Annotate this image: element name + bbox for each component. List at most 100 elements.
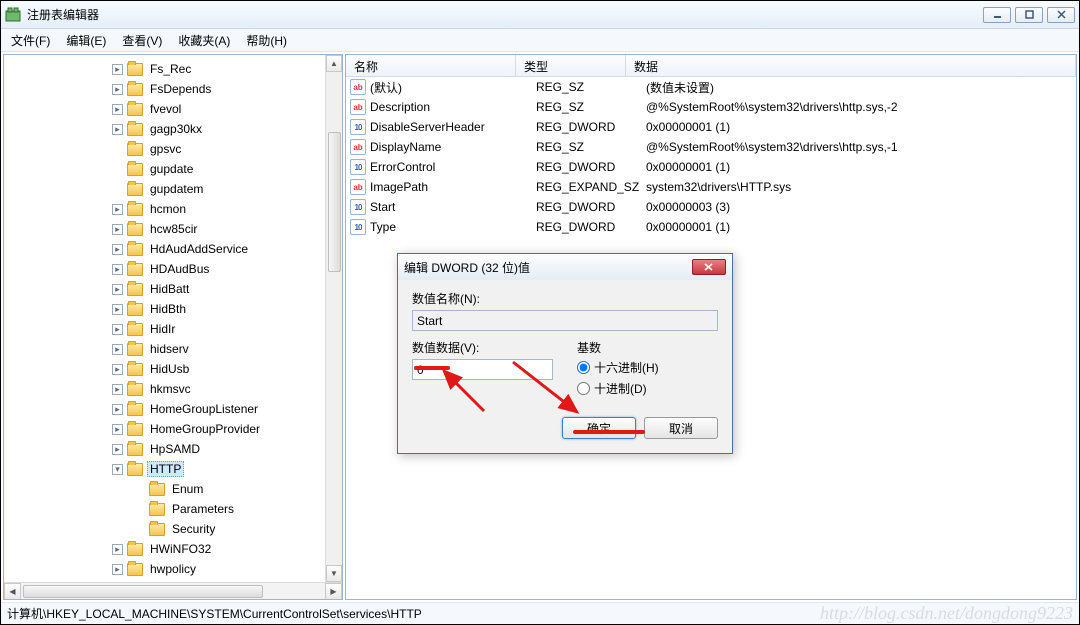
grid-header[interactable]: 名称 类型 数据	[346, 55, 1076, 77]
scroll-right-icon[interactable]: ▶	[325, 583, 342, 600]
tree-node[interactable]: ▸hidserv	[4, 339, 343, 359]
expander-icon[interactable]: ▸	[112, 84, 123, 95]
tree-label: Enum	[169, 481, 206, 497]
value-data-label: 数值数据(V):	[412, 339, 553, 356]
expander-icon[interactable]: ▸	[112, 64, 123, 75]
tree-node[interactable]: ▸HidBatt	[4, 279, 343, 299]
tree-label: HWiNFO32	[147, 541, 214, 557]
cell-name: ErrorControl	[370, 160, 536, 174]
expander-icon[interactable]: ▸	[112, 244, 123, 255]
registry-tree[interactable]: ▸Fs_Rec▸FsDepends▸fvevol▸gagp30kxgpsvcgu…	[3, 54, 343, 600]
scroll-left-icon[interactable]: ◀	[4, 583, 21, 600]
expander-icon[interactable]: ▸	[112, 384, 123, 395]
tree-node[interactable]: ▾ HTTP	[4, 459, 343, 479]
col-type[interactable]: 类型	[516, 55, 626, 76]
menu-favorites[interactable]: 收藏夹(A)	[170, 30, 238, 51]
expander-icon[interactable]: ▸	[112, 324, 123, 335]
expander-icon[interactable]: ▸	[112, 124, 123, 135]
radio-dec[interactable]: 十进制(D)	[577, 380, 718, 397]
tree-node[interactable]: ▸Fs_Rec	[4, 59, 343, 79]
tree-label: hcw85cir	[147, 221, 200, 237]
expander-icon[interactable]: ▸	[112, 364, 123, 375]
tree-node[interactable]: ▸hwpolicy	[4, 559, 343, 579]
radio-hex-input[interactable]	[577, 361, 590, 374]
folder-icon	[127, 63, 143, 76]
col-name[interactable]: 名称	[346, 55, 516, 76]
dialog-close-button[interactable]	[692, 259, 726, 275]
minimize-button[interactable]	[983, 7, 1011, 23]
folder-icon	[127, 243, 143, 256]
titlebar[interactable]: 注册表编辑器	[1, 1, 1079, 29]
scroll-down-icon[interactable]: ▼	[326, 565, 342, 582]
dword-icon: 10	[350, 159, 366, 175]
tree-node[interactable]: Parameters	[4, 499, 343, 519]
expander-icon[interactable]: ▸	[112, 224, 123, 235]
tree-vscrollbar[interactable]: ▲ ▼	[325, 55, 342, 582]
tree-node[interactable]: ▸gagp30kx	[4, 119, 343, 139]
tree-node[interactable]: ▸hcmon	[4, 199, 343, 219]
tree-node[interactable]: ▸fvevol	[4, 99, 343, 119]
tree-label: HomeGroupListener	[147, 401, 261, 417]
expander-icon[interactable]: ▸	[112, 304, 123, 315]
expander-icon[interactable]: ▸	[112, 424, 123, 435]
tree-node[interactable]: gupdate	[4, 159, 343, 179]
expander-icon[interactable]: ▸	[112, 564, 123, 575]
table-row[interactable]: ab(默认)REG_SZ(数值未设置)	[346, 77, 1076, 97]
expander-icon[interactable]: ▸	[112, 404, 123, 415]
table-row[interactable]: 10StartREG_DWORD0x00000003 (3)	[346, 197, 1076, 217]
expander-icon[interactable]: ▾	[112, 464, 123, 475]
expander-icon[interactable]: ▸	[112, 544, 123, 555]
scroll-up-icon[interactable]: ▲	[326, 55, 342, 72]
close-button[interactable]	[1047, 7, 1075, 23]
table-row[interactable]: 10DisableServerHeaderREG_DWORD0x00000001…	[346, 117, 1076, 137]
expander-icon[interactable]: ▸	[112, 204, 123, 215]
hscroll-thumb[interactable]	[23, 585, 263, 598]
table-row[interactable]: abDescriptionREG_SZ@%SystemRoot%\system3…	[346, 97, 1076, 117]
tree-node[interactable]: Security	[4, 519, 343, 539]
tree-label: HTTP	[147, 461, 184, 477]
table-row[interactable]: 10TypeREG_DWORD0x00000001 (1)	[346, 217, 1076, 237]
expander-icon[interactable]: ▸	[112, 284, 123, 295]
tree-node[interactable]: ▸HomeGroupProvider	[4, 419, 343, 439]
radio-hex[interactable]: 十六进制(H)	[577, 359, 718, 376]
radio-dec-input[interactable]	[577, 382, 590, 395]
table-row[interactable]: abDisplayNameREG_SZ@%SystemRoot%\system3…	[346, 137, 1076, 157]
cancel-button[interactable]: 取消	[644, 417, 718, 439]
tree-node[interactable]: ▸HidIr	[4, 319, 343, 339]
menu-edit[interactable]: 编辑(E)	[58, 30, 114, 51]
tree-node[interactable]: ▸ HomeGroupListener	[4, 399, 343, 419]
tree-node[interactable]: ▸HDAudBus	[4, 259, 343, 279]
menu-file[interactable]: 文件(F)	[3, 30, 58, 51]
menu-help[interactable]: 帮助(H)	[238, 30, 295, 51]
tree-node[interactable]: ▸HpSAMD	[4, 439, 343, 459]
expander-icon[interactable]: ▸	[112, 264, 123, 275]
tree-node[interactable]: ▸ HWiNFO32	[4, 539, 343, 559]
cell-type: REG_DWORD	[536, 120, 646, 134]
tree-node[interactable]: ▸HdAudAddService	[4, 239, 343, 259]
expander-icon[interactable]: ▸	[112, 344, 123, 355]
tree-hscrollbar[interactable]: ◀ ▶	[4, 582, 342, 599]
expander-icon[interactable]: ▸	[112, 444, 123, 455]
tree-node[interactable]: ▸FsDepends	[4, 79, 343, 99]
tree-node[interactable]: ▸HidBth	[4, 299, 343, 319]
menu-view[interactable]: 查看(V)	[114, 30, 170, 51]
maximize-button[interactable]	[1015, 7, 1043, 23]
table-row[interactable]: abImagePathREG_EXPAND_SZsystem32\drivers…	[346, 177, 1076, 197]
tree-node[interactable]: Enum	[4, 479, 343, 499]
value-name-input[interactable]	[412, 310, 718, 331]
table-row[interactable]: 10ErrorControlREG_DWORD0x00000001 (1)	[346, 157, 1076, 177]
cell-name: Description	[370, 100, 536, 114]
value-data-input[interactable]	[412, 359, 553, 380]
expander-icon[interactable]: ▸	[112, 104, 123, 115]
tree-node[interactable]: gpsvc	[4, 139, 343, 159]
tree-node[interactable]: ▸HidUsb	[4, 359, 343, 379]
tree-node[interactable]: ▸hkmsvc	[4, 379, 343, 399]
folder-icon	[127, 443, 143, 456]
tree-label: Security	[169, 521, 218, 537]
tree-node[interactable]: gupdatem	[4, 179, 343, 199]
vscroll-thumb[interactable]	[328, 132, 341, 272]
tree-node[interactable]: ▸ hcw85cir	[4, 219, 343, 239]
ok-button[interactable]: 确定	[562, 417, 636, 439]
col-data[interactable]: 数据	[626, 55, 1076, 76]
dialog-titlebar[interactable]: 编辑 DWORD (32 位)值	[398, 254, 732, 280]
